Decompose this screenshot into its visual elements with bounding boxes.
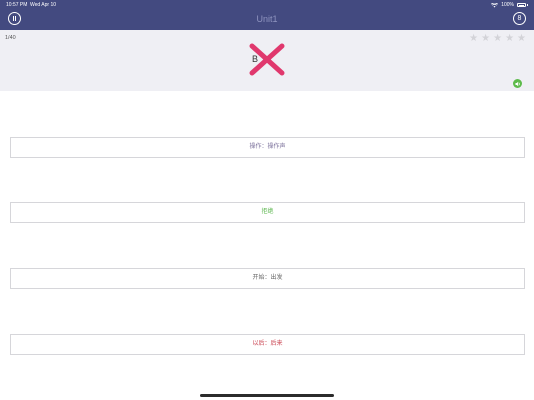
speaker-icon <box>515 81 520 86</box>
wifi-icon <box>491 2 499 7</box>
progress-counter: 1/40 <box>5 35 16 41</box>
status-bar: 10:57 PM Wed Apr 10 100% <box>0 0 534 10</box>
battery-icon <box>517 3 526 7</box>
rating-stars: ★ ★ ★ ★ ★ <box>469 33 526 44</box>
page-title: Unit1 <box>256 14 278 24</box>
star-icon: ★ <box>517 33 526 44</box>
score-button[interactable]: 8 <box>513 12 526 25</box>
star-icon: ★ <box>469 33 479 44</box>
star-icon: ★ <box>505 33 515 44</box>
answer-option-2[interactable]: 拒绝 <box>10 202 525 223</box>
header-bar: 10:57 PM Wed Apr 10 100% Unit1 8 <box>0 0 534 30</box>
answer-option-1[interactable]: 操作：操作声 <box>10 137 525 158</box>
home-indicator[interactable] <box>200 394 334 397</box>
star-icon: ★ <box>481 33 491 44</box>
status-right: 100% <box>491 0 528 10</box>
answer-option-4[interactable]: 以后：后来 <box>10 334 525 355</box>
star-icon: ★ <box>493 33 503 44</box>
battery-percent: 100% <box>501 2 514 8</box>
status-date: Wed Apr 10 <box>30 2 57 8</box>
battery-tip <box>527 4 528 6</box>
status-time: 10:57 PM <box>6 2 28 8</box>
speaker-button[interactable] <box>513 79 522 88</box>
cross-icon <box>249 43 285 76</box>
answer-option-3[interactable]: 开始：出发 <box>10 268 525 289</box>
